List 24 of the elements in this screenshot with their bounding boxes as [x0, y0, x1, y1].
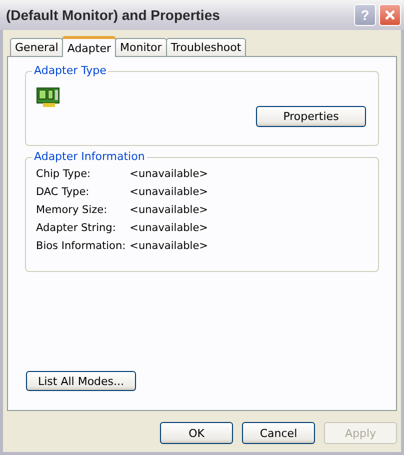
graphics-card-icon — [36, 86, 62, 108]
tab[interactable]: Troubleshoot — [166, 38, 246, 56]
field-label: DAC Type: — [36, 186, 90, 198]
field-value: <unavailable> — [130, 240, 208, 252]
tab[interactable]: Adapter — [62, 36, 116, 57]
group-label: Adapter Information — [32, 150, 147, 163]
properties-button[interactable]: Properties — [256, 106, 366, 127]
group-label: Adapter Type — [32, 64, 108, 77]
field-label: Adapter String: — [36, 222, 117, 234]
dialog-button[interactable]: OK — [160, 422, 233, 444]
tab[interactable]: General — [10, 38, 64, 56]
close-button[interactable] — [379, 4, 401, 26]
field-value: <unavailable> — [130, 204, 208, 216]
field-value: <unavailable> — [130, 168, 208, 180]
field-label: Memory Size: — [36, 204, 108, 216]
tab[interactable]: Monitor — [115, 38, 167, 56]
field-value: <unavailable> — [130, 186, 208, 198]
field-label: Chip Type: — [36, 168, 92, 180]
field-value: <unavailable> — [130, 222, 208, 234]
field-label: Bios Information: — [36, 240, 126, 252]
window-title: (Default Monitor) and Properties — [6, 7, 221, 23]
dialog-button[interactable]: Cancel — [242, 422, 315, 444]
list-all-modes-button[interactable]: List All Modes... — [26, 371, 136, 391]
close-icon — [384, 9, 396, 21]
